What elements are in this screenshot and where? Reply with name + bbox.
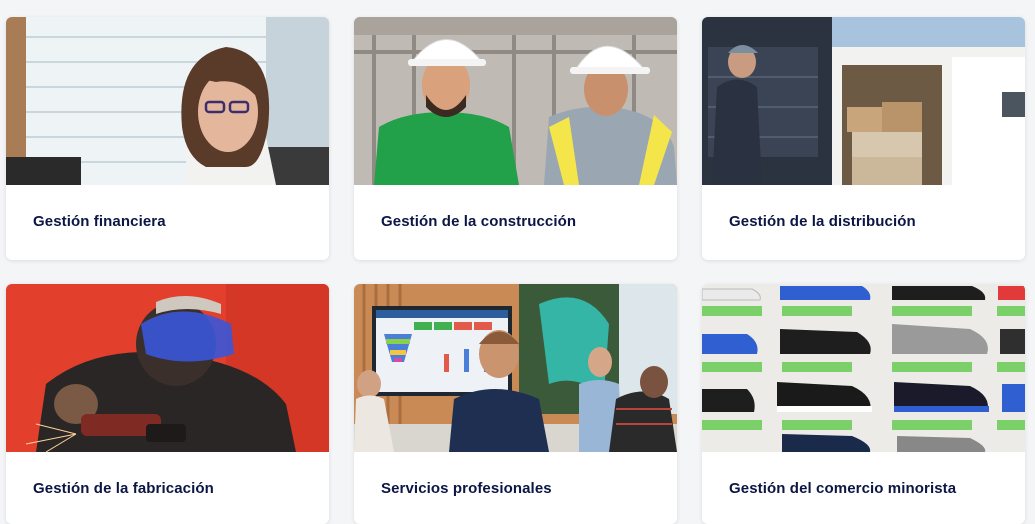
welder-grinding-sparks-photo bbox=[6, 284, 329, 452]
card-title: Gestión del comercio minorista bbox=[729, 480, 957, 497]
card-title: Gestión financiera bbox=[33, 213, 166, 230]
industry-card-construction[interactable]: Gestión de la construcción bbox=[354, 17, 677, 260]
shoe-display-wall-photo bbox=[702, 284, 1025, 452]
industry-card-distribution[interactable]: Gestión de la distribución bbox=[702, 17, 1025, 260]
industry-cards-grid: Gestión financiera Gestión de la constru… bbox=[0, 0, 1035, 524]
construction-workers-hardhats-photo bbox=[354, 17, 677, 185]
industry-card-manufacturing[interactable]: Gestión de la fabricación bbox=[6, 284, 329, 524]
card-title: Servicios profesionales bbox=[381, 480, 552, 497]
card-title: Gestión de la distribución bbox=[729, 213, 916, 230]
woman-at-office-desk-photo bbox=[6, 17, 329, 185]
card-title: Gestión de la fabricación bbox=[33, 480, 214, 497]
delivery-van-loading-photo bbox=[702, 17, 1025, 185]
card-title: Gestión de la construcción bbox=[381, 213, 577, 230]
team-meeting-dashboard-photo bbox=[354, 284, 677, 452]
industry-card-retail[interactable]: Gestión del comercio minorista bbox=[702, 284, 1025, 524]
industry-card-financial[interactable]: Gestión financiera bbox=[6, 17, 329, 260]
industry-card-professional-services[interactable]: Servicios profesionales bbox=[354, 284, 677, 524]
